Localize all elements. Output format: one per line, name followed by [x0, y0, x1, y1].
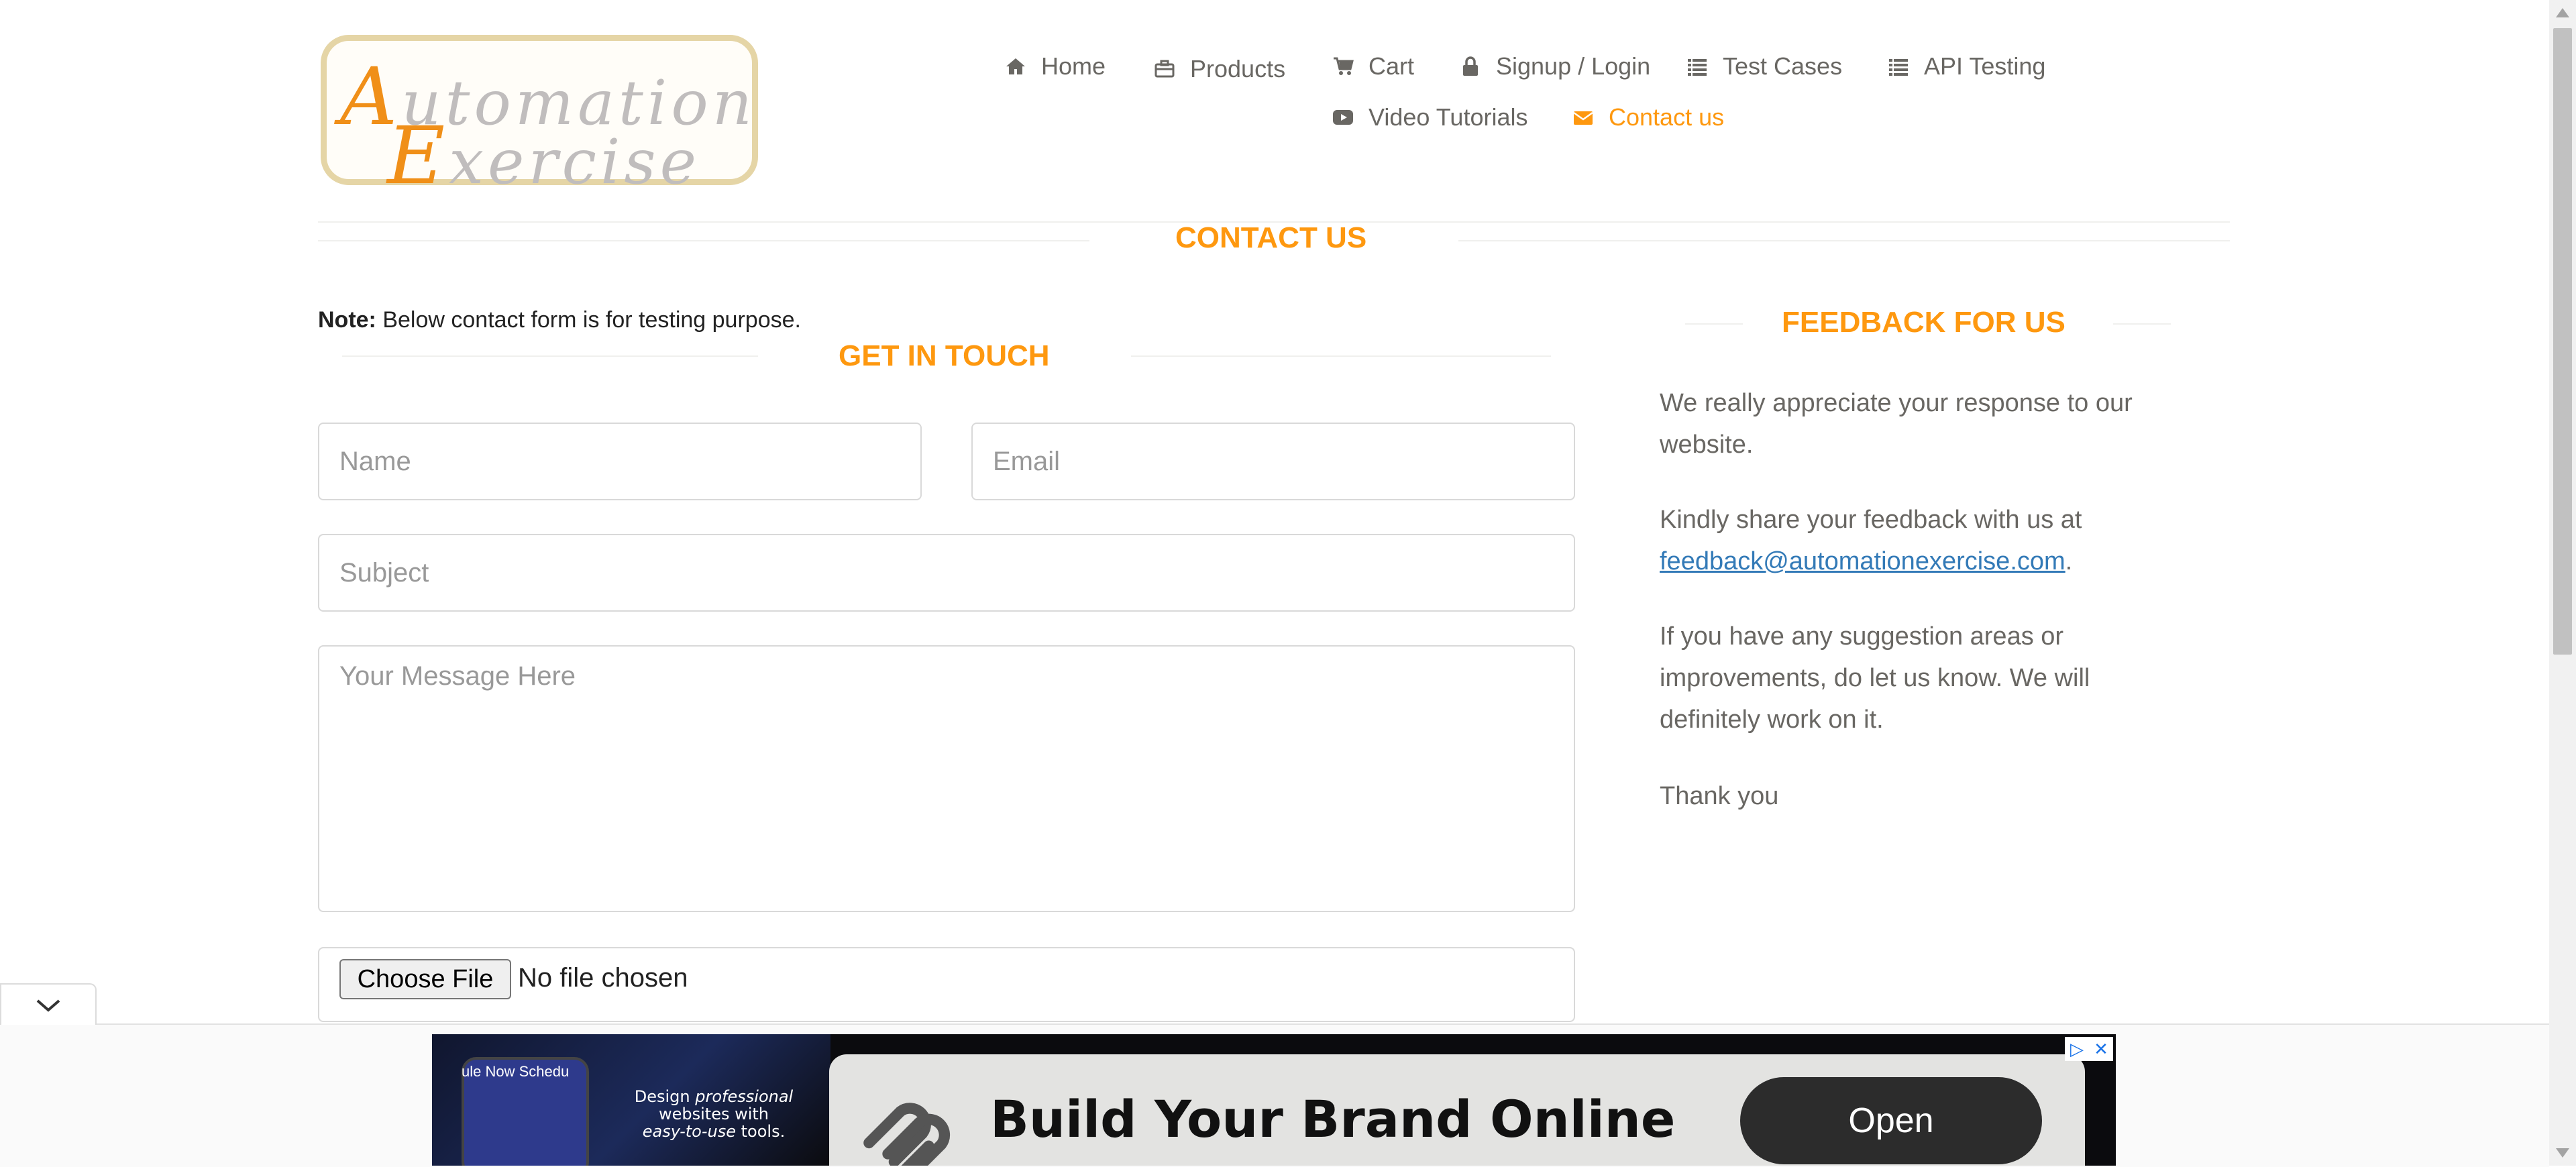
- close-icon[interactable]: ✕: [2089, 1037, 2113, 1061]
- ad-tagline: Design professional websites with easy-to-…: [634, 1087, 794, 1141]
- cart-icon: [1334, 57, 1354, 75]
- ad-choices[interactable]: ▷ ✕: [2065, 1037, 2113, 1061]
- scroll-up-arrow[interactable]: [2556, 8, 2569, 17]
- lock-icon: [1463, 56, 1478, 76]
- main-nav: Home Products Cart Signup / Login Test C…: [0, 47, 2549, 148]
- ad-headline: Build Your Brand Online: [990, 1089, 1676, 1149]
- title-rule-right: [2113, 323, 2171, 325]
- message-textarea[interactable]: [318, 645, 1575, 912]
- ad-main-panel: Build Your Brand Online Open: [829, 1054, 2085, 1166]
- nav-contact-us[interactable]: Contact us: [1572, 101, 1724, 134]
- list-icon: [1889, 59, 1908, 76]
- nav-cart[interactable]: Cart: [1332, 50, 1414, 83]
- feedback-email-link[interactable]: feedback@automationexercise.com: [1660, 547, 2065, 575]
- nav-signup-login-label: Signup / Login: [1496, 52, 1651, 80]
- title-rule-left: [1685, 323, 1743, 325]
- nav-contact-us-label: Contact us: [1609, 103, 1725, 131]
- nav-home[interactable]: Home: [1005, 50, 1106, 83]
- ad-info-icon[interactable]: ▷: [2065, 1037, 2089, 1061]
- scroll-down-arrow[interactable]: [2556, 1148, 2569, 1158]
- scrollbar-thumb[interactable]: [2553, 28, 2572, 655]
- title-rule-right: [1131, 355, 1551, 357]
- page: Automation Exercise Home Products Cart S…: [0, 0, 2549, 1167]
- nav-video-tutorials-label: Video Tutorials: [1368, 103, 1528, 131]
- feedback-thank-you: Thank you: [1660, 782, 1779, 810]
- choose-file-button[interactable]: Choose File: [339, 959, 511, 999]
- scrollbar[interactable]: [2549, 0, 2576, 1166]
- chevron-down-icon: [36, 999, 60, 1012]
- nav-products-label: Products: [1190, 55, 1286, 82]
- feedback-paragraph-2-prefix: Kindly share your feedback with us at: [1660, 506, 2082, 534]
- squarespace-logo-icon: [863, 1103, 951, 1166]
- list-icon: [1688, 59, 1707, 76]
- ad-open-button[interactable]: Open: [1740, 1077, 2042, 1164]
- feedback-paragraph-2: Kindly share your feedback with us at fee…: [1660, 499, 2196, 582]
- feedback-paragraph-2-suffix: .: [2065, 547, 2073, 575]
- ad-phone-text: ule Now Schedu: [462, 1063, 570, 1080]
- title-rule-left: [318, 240, 1089, 241]
- ad-banner[interactable]: ule Now Schedu Design professional websit…: [432, 1034, 2116, 1166]
- nav-signup-login[interactable]: Signup / Login: [1460, 50, 1650, 83]
- note-label: Note:: [318, 307, 376, 333]
- file-upload-field: Choose File No file chosen: [318, 947, 1575, 1022]
- nav-api-testing[interactable]: API Testing: [1888, 50, 2045, 83]
- nav-cart-label: Cart: [1368, 52, 1415, 80]
- title-rule-left: [342, 355, 758, 357]
- nav-test-cases[interactable]: Test Cases: [1686, 50, 1842, 83]
- nav-api-testing-label: API Testing: [1924, 52, 2046, 80]
- youtube-icon: [1333, 110, 1353, 125]
- subject-input[interactable]: [318, 534, 1575, 612]
- nav-products[interactable]: Products: [1154, 52, 1285, 86]
- note-text: Below contact form is for testing purpos…: [376, 307, 801, 333]
- title-rule-right: [1458, 240, 2230, 241]
- nav-video-tutorials[interactable]: Video Tutorials: [1332, 101, 1527, 134]
- nav-home-label: Home: [1041, 52, 1106, 80]
- form-note: Note: Below contact form is for testing …: [318, 307, 801, 333]
- email-input[interactable]: [971, 423, 1575, 500]
- page-title: CONTACT US: [1175, 221, 1367, 254]
- nav-test-cases-label: Test Cases: [1723, 52, 1843, 80]
- envelope-icon: [1573, 111, 1593, 125]
- ad-collapse-tab[interactable]: [0, 983, 97, 1025]
- name-input[interactable]: [318, 423, 922, 500]
- home-icon: [1006, 58, 1025, 74]
- feedback-paragraph-1: We really appreciate your response to ou…: [1660, 389, 2133, 459]
- form-title: GET IN TOUCH: [839, 339, 1050, 372]
- file-status-text: No file chosen: [518, 963, 688, 993]
- ad-left-panel: ule Now Schedu Design professional websit…: [432, 1034, 830, 1166]
- feedback-title: FEEDBACK FOR US: [1782, 306, 2065, 339]
- briefcase-icon: [1155, 60, 1175, 78]
- feedback-paragraph-3: If you have any suggestion areas or impr…: [1660, 622, 2090, 734]
